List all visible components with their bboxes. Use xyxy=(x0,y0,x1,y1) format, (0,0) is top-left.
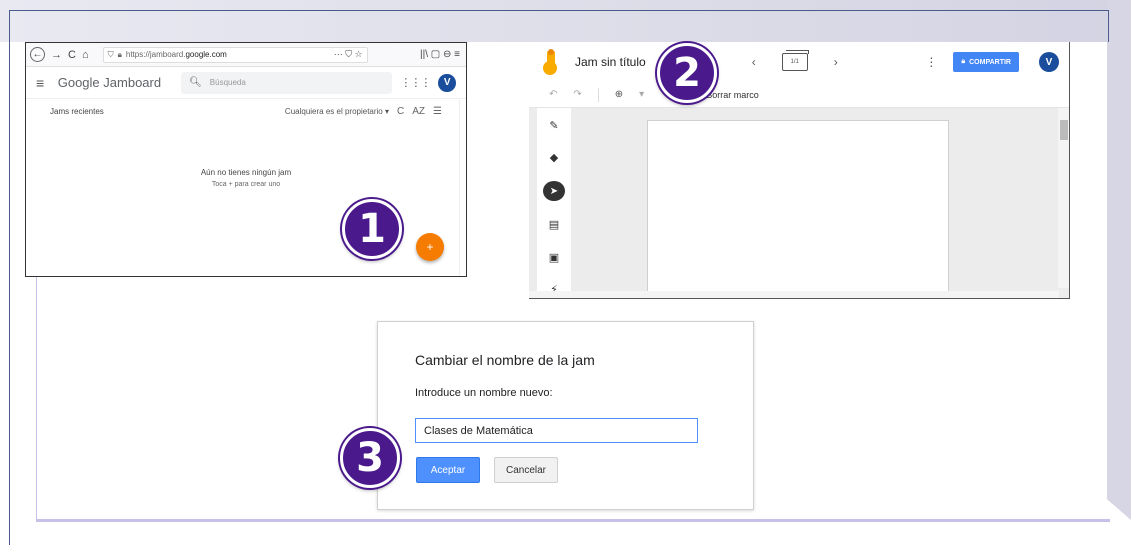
forward-icon[interactable]: → xyxy=(51,49,62,61)
share-label: COMPARTIR xyxy=(969,58,1011,66)
jam-toolbar: ↶ ↷ ⊕ ▾ Borrar marco xyxy=(529,82,1069,108)
tool-palette: ✎ ◆ ➤ ▤ ▣ ⚡ xyxy=(537,108,571,298)
jam-name-input[interactable] xyxy=(415,418,698,443)
more-options-icon[interactable]: ⋮ xyxy=(925,55,937,69)
search-placeholder: Búsqueda xyxy=(209,78,246,87)
list-view-icon[interactable]: ☰ xyxy=(433,106,442,117)
recent-jams-label: Jams recientes xyxy=(50,106,104,116)
select-icon[interactable]: ➤ xyxy=(543,181,565,202)
google-jamboard-logo: Google Jamboard xyxy=(57,75,162,90)
image-icon[interactable]: ▣ xyxy=(543,248,565,267)
search-box[interactable]: 🔍︎ Búsqueda xyxy=(181,71,393,94)
dialog-title: Cambiar el nombre de la jam xyxy=(415,352,595,368)
menu-icon[interactable]: ≡ xyxy=(36,75,50,91)
jamboard-header: ≡ Google Jamboard 🔍︎ Búsqueda ⋮⋮⋮ V xyxy=(26,67,466,99)
divider-left xyxy=(36,276,37,521)
jamboard-logo-icon xyxy=(541,47,561,77)
jam-header: Jam sin título ‹ 1/1 › ⋮ 🔒︎ COMPARTIR V xyxy=(529,42,1069,82)
jam-canvas[interactable] xyxy=(647,120,949,295)
apps-grid-icon[interactable]: ⋮⋮⋮ xyxy=(400,76,431,89)
jam-editor-screenshot: Jam sin título ‹ 1/1 › ⋮ 🔒︎ COMPARTIR V … xyxy=(529,42,1070,299)
empty-state-subtitle: Toca + para crear uno xyxy=(211,181,281,188)
home-icon[interactable]: ⌂ xyxy=(82,49,89,61)
undo-icon[interactable]: ↶ xyxy=(549,89,557,100)
background-side xyxy=(1107,0,1131,520)
accept-button[interactable]: Aceptar xyxy=(416,457,480,483)
avatar[interactable]: V xyxy=(438,73,456,92)
sort-az-icon[interactable]: AZ xyxy=(412,106,425,117)
toolbar-separator xyxy=(597,87,599,102)
zoom-caret-icon[interactable]: ▾ xyxy=(639,89,644,100)
lock-icon: 🔒︎ xyxy=(117,49,122,59)
jam-title[interactable]: Jam sin título xyxy=(575,55,646,69)
reload-icon[interactable]: C xyxy=(68,49,76,61)
search-icon: 🔍︎ xyxy=(189,77,202,88)
empty-state-title: Aún no tienes ningún jam xyxy=(200,168,292,177)
pen-icon[interactable]: ✎ xyxy=(543,116,565,135)
browser-tools[interactable]: ||\ ▢ ⊖ ≡ xyxy=(420,49,462,60)
dialog-label: Introduce un nombre nuevo: xyxy=(415,387,553,399)
create-jam-button[interactable]: + xyxy=(416,233,444,261)
frame-navigation: ‹ 1/1 › xyxy=(752,50,838,71)
scrollbar[interactable] xyxy=(459,100,466,276)
eraser-icon[interactable]: ◆ xyxy=(543,149,565,168)
step-badge-3: 3 xyxy=(340,428,400,488)
jam-workspace: ✎ ◆ ➤ ▤ ▣ ⚡ xyxy=(529,108,1069,298)
refresh-icon[interactable]: C xyxy=(397,106,404,117)
previous-frame-icon[interactable]: ‹ xyxy=(752,55,756,69)
zoom-icon[interactable]: ⊕ xyxy=(615,89,623,100)
jamboard-home-screenshot: ← → C ⌂ ⛉ 🔒︎ https://jamboard.google.com… xyxy=(25,42,467,277)
address-bar[interactable]: ⛉ 🔒︎ https://jamboard.google.com ··· ⛉ ☆ xyxy=(102,46,368,63)
avatar[interactable]: V xyxy=(1039,52,1059,72)
back-icon[interactable]: ← xyxy=(30,47,45,62)
url-text: https://jamboard.google.com xyxy=(125,50,227,59)
background-band xyxy=(0,0,1131,42)
owner-filter-dropdown[interactable]: Cualquiera es el propietario ▾ xyxy=(285,107,389,116)
frame-line-top xyxy=(9,10,1109,11)
divider-bottom xyxy=(36,519,1110,522)
owner-controls: Cualquiera es el propietario ▾ C AZ ☰ xyxy=(285,106,442,117)
step-badge-1: 1 xyxy=(342,199,402,259)
url-actions[interactable]: ··· ⛉ ☆ xyxy=(334,49,363,60)
redo-icon[interactable]: ↷ xyxy=(573,89,581,100)
recent-jams-row: Jams recientes Cualquiera es el propieta… xyxy=(26,99,466,123)
next-frame-icon[interactable]: › xyxy=(834,55,838,69)
rename-dialog: Cambiar el nombre de la jam Introduce un… xyxy=(377,321,754,510)
lock-icon: 🔒︎ xyxy=(961,58,966,65)
frame-line-right xyxy=(1108,10,1109,42)
browser-nav: ← → C ⌂ xyxy=(30,47,89,62)
clear-frame-button[interactable]: Borrar marco xyxy=(706,90,759,100)
frame-line-left xyxy=(9,10,10,545)
vertical-scrollbar[interactable] xyxy=(1058,108,1069,288)
sticky-note-icon[interactable]: ▤ xyxy=(543,215,565,234)
horizontal-scrollbar[interactable] xyxy=(529,291,1059,298)
shield-icon: ⛉ xyxy=(107,49,114,59)
step-badge-2: 2 xyxy=(657,43,717,103)
browser-toolbar: ← → C ⌂ ⛉ 🔒︎ https://jamboard.google.com… xyxy=(26,43,466,67)
frame-indicator[interactable]: 1/1 xyxy=(781,50,809,71)
cancel-button[interactable]: Cancelar xyxy=(494,457,558,483)
share-button[interactable]: 🔒︎ COMPARTIR xyxy=(953,52,1019,72)
